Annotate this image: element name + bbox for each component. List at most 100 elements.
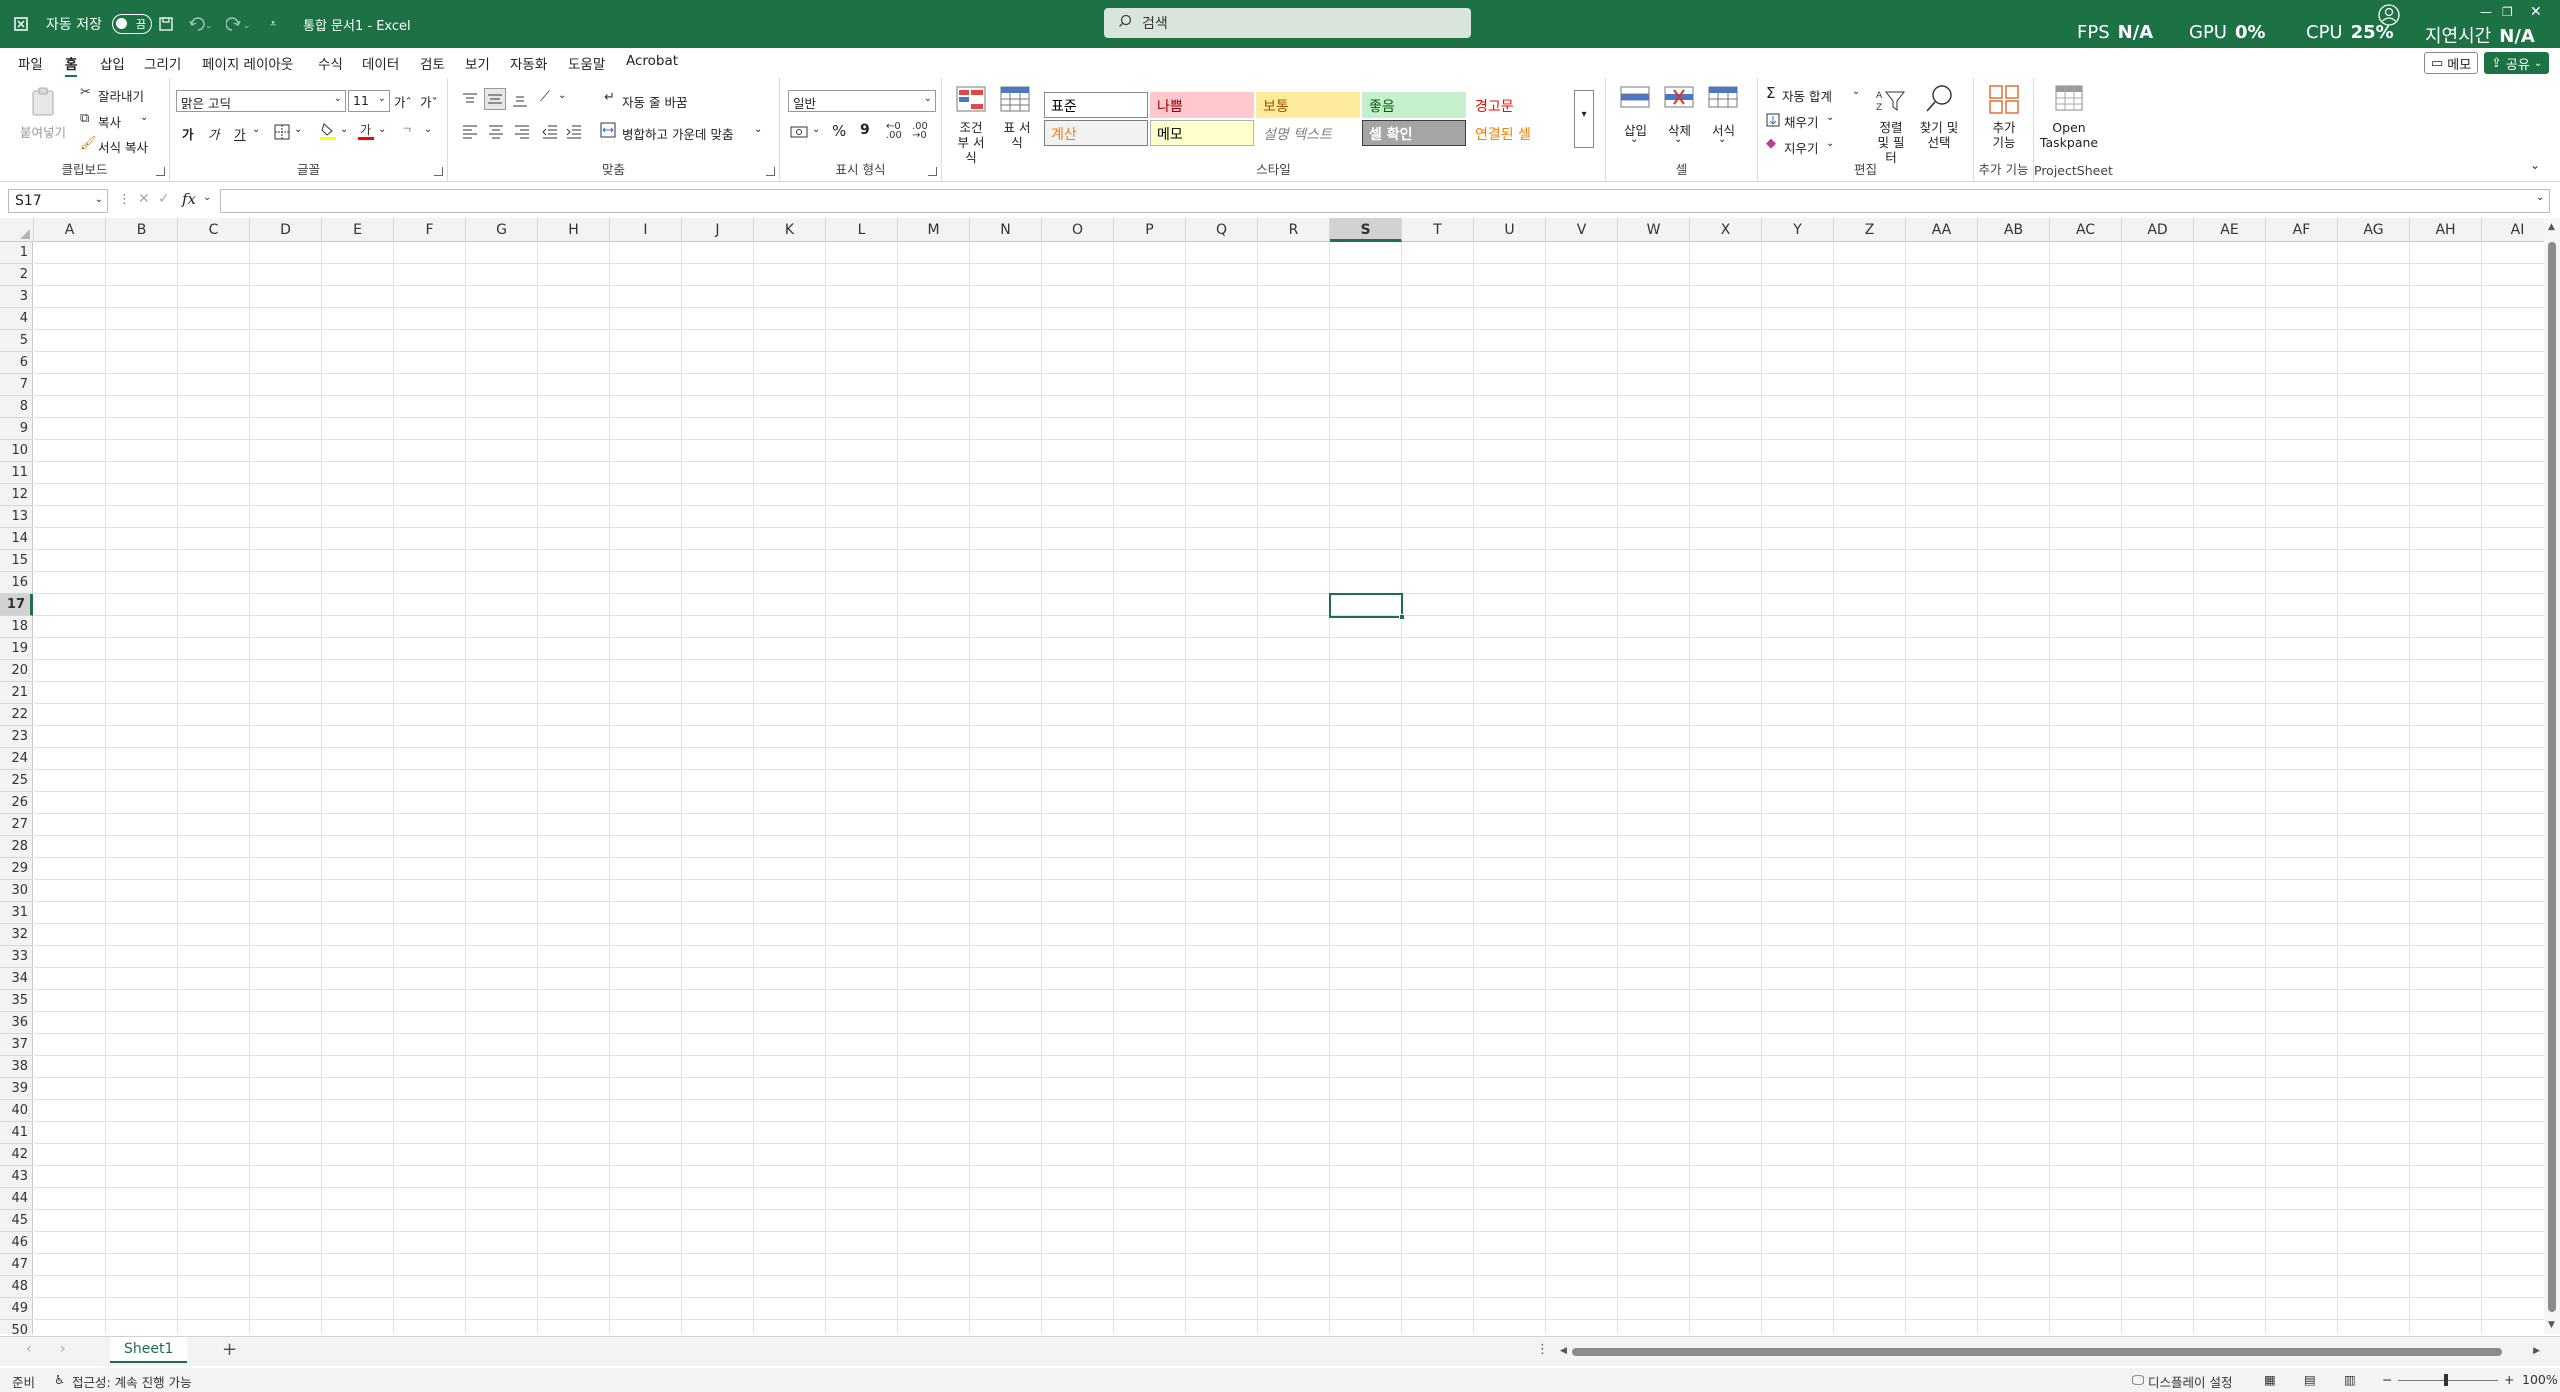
row-header-1[interactable]: 1: [0, 242, 33, 264]
font-launcher-icon[interactable]: [434, 167, 443, 176]
column-header-u[interactable]: U: [1474, 218, 1546, 242]
function-dropdown-icon[interactable]: ⌄: [203, 192, 211, 203]
insert-dropdown-icon[interactable]: ⌄: [1630, 134, 1638, 145]
italic-button[interactable]: 가: [208, 124, 220, 143]
font-color-dropdown-icon[interactable]: ⌄: [378, 124, 386, 135]
column-header-ae[interactable]: AE: [2194, 218, 2266, 242]
zoom-slider-thumb[interactable]: [2444, 1374, 2448, 1386]
column-header-i[interactable]: I: [610, 218, 682, 242]
row-header-40[interactable]: 40: [0, 1100, 33, 1122]
row-header-9[interactable]: 9: [0, 418, 33, 440]
font-color-icon[interactable]: 가: [358, 122, 374, 144]
column-header-ac[interactable]: AC: [2050, 218, 2122, 242]
column-header-a[interactable]: A: [34, 218, 106, 242]
column-header-v[interactable]: V: [1546, 218, 1618, 242]
tab-home[interactable]: 홈: [65, 53, 78, 77]
format-cells-icon[interactable]: [1708, 86, 1738, 114]
autosum-button[interactable]: 자동 합계: [1782, 86, 1832, 105]
font-size-select[interactable]: 11 ⌄: [348, 90, 390, 112]
addins-icon[interactable]: [1988, 84, 2020, 118]
row-header-21[interactable]: 21: [0, 682, 33, 704]
align-left-icon[interactable]: [462, 124, 478, 143]
delete-cells-icon[interactable]: [1664, 86, 1694, 114]
column-header-w[interactable]: W: [1618, 218, 1690, 242]
decrease-decimal-icon[interactable]: .00 →0: [912, 122, 928, 141]
row-header-33[interactable]: 33: [0, 946, 33, 968]
style-cell-warning[interactable]: 경고문: [1468, 92, 1572, 118]
grow-font-button[interactable]: 가ˆ: [394, 92, 412, 111]
row-header-50[interactable]: 50: [0, 1320, 33, 1334]
bold-button[interactable]: 가: [182, 124, 194, 143]
row-header-11[interactable]: 11: [0, 462, 33, 484]
underline-button[interactable]: 가: [234, 124, 246, 143]
cell-area[interactable]: [34, 242, 2544, 1334]
style-cell-linked[interactable]: 연결된 셀: [1468, 120, 1572, 146]
column-header-b[interactable]: B: [106, 218, 178, 242]
cut-button[interactable]: 잘라내기: [98, 86, 144, 105]
tab-automate[interactable]: 자동화: [510, 53, 547, 73]
row-header-13[interactable]: 13: [0, 506, 33, 528]
fill-color-dropdown-icon[interactable]: ⌄: [340, 124, 348, 135]
row-header-27[interactable]: 27: [0, 814, 33, 836]
comma-button[interactable]: 9: [860, 122, 870, 138]
row-header-12[interactable]: 12: [0, 484, 33, 506]
column-header-l[interactable]: L: [826, 218, 898, 242]
close-icon[interactable]: ✕: [2530, 0, 2542, 24]
zoom-slider[interactable]: [2398, 1374, 2498, 1386]
row-header-25[interactable]: 25: [0, 770, 33, 792]
column-header-ab[interactable]: AB: [1978, 218, 2050, 242]
merge-dropdown-icon[interactable]: ⌄: [754, 124, 762, 135]
find-select-icon[interactable]: [1924, 84, 1954, 118]
row-header-47[interactable]: 47: [0, 1254, 33, 1276]
row-header-20[interactable]: 20: [0, 660, 33, 682]
decrease-indent-icon[interactable]: [542, 124, 558, 143]
column-header-c[interactable]: C: [178, 218, 250, 242]
borders-icon[interactable]: [274, 124, 290, 144]
page-break-view-icon[interactable]: ▥: [2344, 1372, 2356, 1387]
row-header-5[interactable]: 5: [0, 330, 33, 352]
number-format-select[interactable]: 일반 ⌄: [788, 90, 936, 112]
paste-icon[interactable]: [28, 86, 60, 122]
next-sheet-icon[interactable]: ›: [60, 1341, 66, 1357]
column-header-o[interactable]: O: [1042, 218, 1114, 242]
add-sheet-icon[interactable]: +: [222, 1339, 237, 1360]
scroll-up-icon[interactable]: ▲: [2548, 222, 2555, 232]
search-input[interactable]: 검색: [1104, 8, 1471, 38]
style-cell-good[interactable]: 좋음: [1362, 92, 1466, 118]
row-header-35[interactable]: 35: [0, 990, 33, 1012]
orientation-icon[interactable]: ⟋: [540, 89, 550, 105]
zoom-out-icon[interactable]: −: [2382, 1372, 2392, 1387]
tab-page-layout[interactable]: 페이지 레이아웃: [202, 53, 293, 73]
column-header-g[interactable]: G: [466, 218, 538, 242]
row-header-38[interactable]: 38: [0, 1056, 33, 1078]
row-header-49[interactable]: 49: [0, 1298, 33, 1320]
row-header-18[interactable]: 18: [0, 616, 33, 638]
normal-view-icon[interactable]: ▦: [2264, 1372, 2276, 1387]
minimize-icon[interactable]: —: [2480, 0, 2492, 24]
memo-button[interactable]: ▭ 메모: [2424, 52, 2479, 74]
font-name-select[interactable]: 맑은 고딕 ⌄: [176, 90, 346, 112]
tab-draw[interactable]: 그리기: [144, 53, 181, 73]
redo-icon[interactable]: ⌄: [226, 0, 252, 48]
underline-dropdown-icon[interactable]: ⌄: [252, 124, 260, 135]
column-header-m[interactable]: M: [898, 218, 970, 242]
paste-button[interactable]: 붙여넣기: [20, 122, 66, 141]
table-format-button[interactable]: 표 서식: [1002, 120, 1032, 150]
column-header-y[interactable]: Y: [1762, 218, 1834, 242]
account-avatar-icon[interactable]: [2378, 0, 2400, 30]
prev-sheet-icon[interactable]: ‹: [26, 1341, 32, 1357]
row-header-14[interactable]: 14: [0, 528, 33, 550]
zoom-level[interactable]: 100%: [2522, 1372, 2558, 1387]
more-options-icon[interactable]: ⋮: [118, 192, 131, 207]
column-header-h[interactable]: H: [538, 218, 610, 242]
clear-dropdown-icon[interactable]: ⌄: [1826, 138, 1834, 149]
excel-app-icon[interactable]: [14, 0, 28, 48]
style-cell-calculation[interactable]: 계산: [1044, 120, 1148, 146]
align-bottom-icon[interactable]: [512, 92, 528, 111]
tab-acrobat[interactable]: Acrobat: [626, 53, 678, 69]
insert-function-icon[interactable]: fx: [182, 190, 196, 208]
selected-cell[interactable]: [1329, 593, 1405, 620]
fill-color-icon[interactable]: [320, 122, 336, 144]
sort-filter-icon[interactable]: AZ: [1876, 86, 1906, 118]
display-settings-button[interactable]: 디스플레이 설정: [2148, 1372, 2232, 1391]
